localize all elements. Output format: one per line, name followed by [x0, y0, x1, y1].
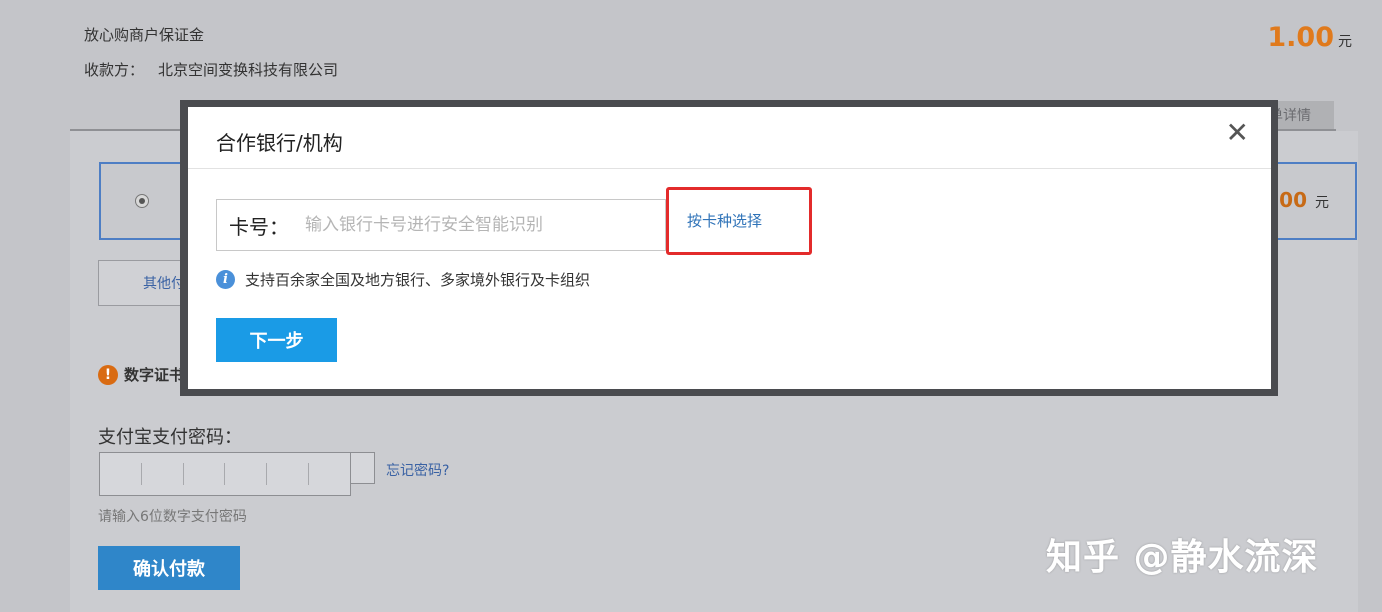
password-digit-cell	[267, 463, 310, 485]
select-by-card-type-link[interactable]: 按卡种选择	[687, 210, 762, 231]
password-digit-cell	[142, 463, 184, 485]
certificate-text: 数字证书	[124, 366, 185, 384]
order-info: 放心购商户保证金 收款方： 北京空间变换科技有限公司	[84, 24, 338, 80]
highlight-box: 按卡种选择	[666, 187, 812, 255]
bank-selection-dialog: 合作银行/机构 ✕ 卡号： 按卡种选择 i 支持百余家全国及地方银行、多家境外银…	[188, 107, 1271, 389]
supported-banks-info: i 支持百余家全国及地方银行、多家境外银行及卡组织	[216, 269, 590, 290]
certificate-notice: ! 数字证书	[98, 364, 184, 385]
forgot-password-link[interactable]: 忘记密码?	[386, 460, 449, 480]
warning-icon: !	[98, 364, 118, 385]
payee-name: 北京空间变换科技有限公司	[158, 61, 339, 79]
password-hint: 请输入6位数字支付密码	[98, 509, 247, 525]
card-number-label: 卡号：	[229, 214, 289, 239]
close-icon[interactable]: ✕	[1226, 119, 1249, 147]
password-digit-cell	[100, 463, 142, 485]
payment-method-amount-unit: 元	[1315, 195, 1329, 211]
password-digit-cell	[225, 463, 268, 485]
info-icon: i	[216, 270, 235, 289]
card-number-input[interactable]	[303, 200, 665, 250]
supported-banks-text: 支持百余家全国及地方银行、多家境外银行及卡组织	[245, 271, 591, 289]
card-number-field: 卡号：	[216, 199, 666, 251]
password-digit-cell	[184, 463, 226, 485]
password-input-tail	[351, 452, 375, 484]
payment-method-radio[interactable]	[135, 194, 149, 208]
watermark: 知乎 @静水流深	[1046, 537, 1319, 578]
password-label: 支付宝支付密码：	[98, 427, 242, 448]
payment-method-amount: .00 元	[1272, 188, 1329, 212]
password-input[interactable]	[99, 452, 351, 496]
order-amount: 1.00 元	[1267, 22, 1352, 53]
confirm-payment-button[interactable]: 确认付款	[98, 546, 240, 590]
order-amount-unit: 元	[1338, 34, 1352, 50]
dialog-title: 合作银行/机构	[216, 131, 343, 155]
payee-row: 收款方： 北京空间变换科技有限公司	[84, 59, 338, 80]
order-title: 放心购商户保证金	[84, 26, 205, 44]
next-step-button[interactable]: 下一步	[216, 318, 337, 362]
dialog-divider	[188, 168, 1271, 169]
order-amount-value: 1.00	[1267, 22, 1334, 53]
payee-label: 收款方：	[84, 61, 145, 79]
password-digit-cell	[309, 463, 350, 485]
